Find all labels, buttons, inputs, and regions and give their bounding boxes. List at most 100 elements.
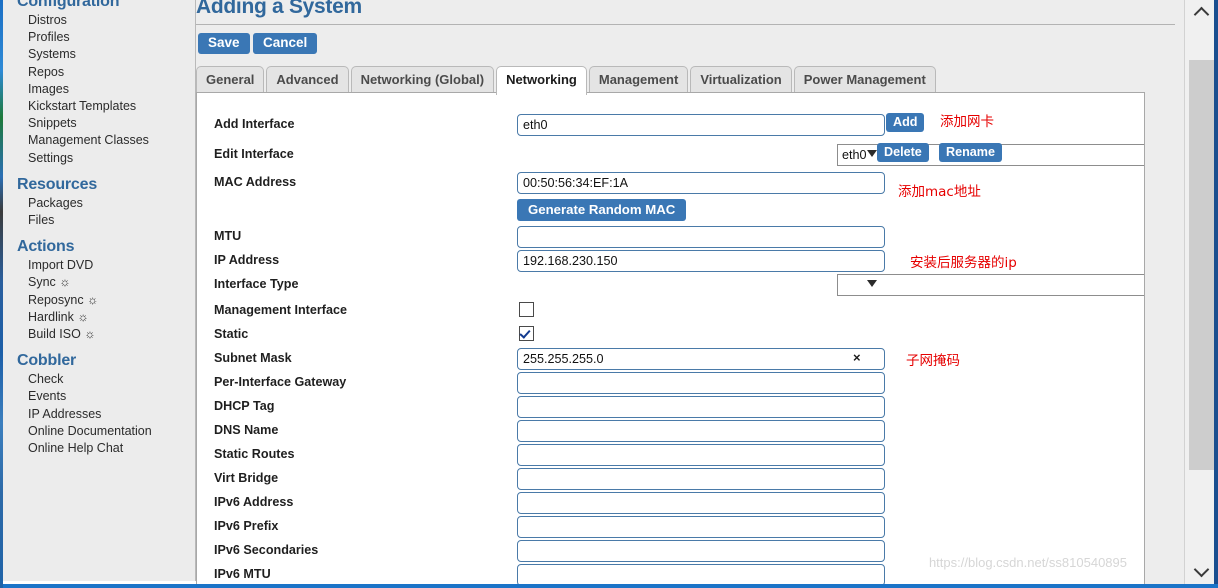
sidebar-item-kickstart-templates[interactable]: Kickstart Templates bbox=[3, 98, 195, 115]
sidebar-item-online-documentation[interactable]: Online Documentation bbox=[3, 423, 195, 440]
row-dhcp-tag: DHCP Tag bbox=[197, 396, 1144, 420]
interface-type-select-wrap bbox=[517, 274, 1144, 296]
label-ipv6-address: IPv6 Address bbox=[214, 495, 294, 509]
label-subnet-mask: Subnet Mask bbox=[214, 351, 292, 365]
watermark-text: https://blog.csdn.net/ss810540895 bbox=[928, 555, 1127, 570]
tab-networking[interactable]: Networking bbox=[496, 66, 587, 95]
ipv6-mtu-input[interactable] bbox=[517, 564, 885, 586]
row-generate-mac: Generate Random MAC bbox=[197, 199, 1144, 223]
tab-bar: General Advanced Networking (Global) Net… bbox=[196, 66, 1148, 95]
title-divider bbox=[196, 24, 1175, 25]
vertical-scrollbar[interactable] bbox=[1184, 0, 1218, 588]
clear-subnet-mask-icon[interactable]: × bbox=[853, 351, 861, 364]
row-subnet-mask: Subnet Mask × bbox=[197, 348, 1144, 372]
rename-interface-button[interactable]: Rename bbox=[939, 143, 1002, 162]
sidebar-heading-resources: Resources bbox=[17, 175, 98, 193]
sidebar-item-ip-addresses[interactable]: IP Addresses bbox=[3, 406, 195, 423]
label-mac-address: MAC Address bbox=[214, 175, 297, 189]
tab-management[interactable]: Management bbox=[588, 66, 689, 94]
label-add-interface: Add Interface bbox=[214, 117, 295, 131]
label-per-interface-gateway: Per-Interface Gateway bbox=[214, 375, 347, 389]
label-dhcp-tag: DHCP Tag bbox=[214, 399, 275, 413]
sidebar-item-sync[interactable]: Sync ☼ bbox=[3, 274, 195, 291]
sidebar-item-settings[interactable]: Settings bbox=[3, 150, 195, 167]
scroll-up-arrow-icon[interactable] bbox=[1189, 2, 1214, 24]
label-ip-address: IP Address bbox=[214, 253, 280, 267]
sidebar-item-packages[interactable]: Packages bbox=[3, 195, 195, 212]
delete-interface-button[interactable]: Delete bbox=[877, 143, 929, 162]
dhcp-tag-input[interactable] bbox=[517, 396, 885, 418]
annotation-subnet-mask: 子网掩码 bbox=[906, 353, 960, 369]
sidebar-item-check[interactable]: Check bbox=[3, 371, 195, 388]
networking-form-panel: Add Interface Add Edit Interface eth0 De… bbox=[196, 92, 1145, 588]
sidebar-item-images[interactable]: Images bbox=[3, 81, 195, 98]
save-button[interactable]: Save bbox=[198, 33, 250, 54]
interface-type-select[interactable] bbox=[837, 274, 1144, 296]
row-add-interface: Add Interface Add bbox=[197, 113, 1144, 138]
sidebar-heading-cobbler: Cobbler bbox=[17, 352, 77, 370]
annotation-server-ip: 安装后服务器的ip bbox=[910, 255, 1017, 271]
sidebar-heading-configuration: Configuration bbox=[17, 0, 120, 10]
main-content: Adding a System Save Cancel General Adva… bbox=[196, 0, 1185, 588]
static-routes-input[interactable] bbox=[517, 444, 885, 466]
label-static: Static bbox=[214, 327, 249, 341]
cancel-button[interactable]: Cancel bbox=[253, 33, 318, 54]
ip-address-input[interactable] bbox=[517, 250, 885, 272]
sidebar-item-profiles[interactable]: Profiles bbox=[3, 29, 195, 46]
label-static-routes: Static Routes bbox=[214, 447, 295, 461]
tab-general[interactable]: General bbox=[196, 66, 265, 94]
scroll-down-arrow-icon[interactable] bbox=[1189, 560, 1214, 582]
sidebar-item-snippets[interactable]: Snippets bbox=[3, 115, 195, 132]
ipv6-secondaries-input[interactable] bbox=[517, 540, 885, 562]
tab-networking-global[interactable]: Networking (Global) bbox=[350, 66, 495, 94]
add-interface-input[interactable] bbox=[517, 114, 885, 136]
sidebar-item-events[interactable]: Events bbox=[3, 388, 195, 405]
row-interface-type: Interface Type bbox=[197, 274, 1144, 298]
row-virt-bridge: Virt Bridge bbox=[197, 468, 1144, 492]
label-mtu: MTU bbox=[214, 229, 242, 243]
management-interface-checkbox[interactable] bbox=[519, 302, 534, 317]
label-dns-name: DNS Name bbox=[214, 423, 279, 437]
sidebar-item-reposync[interactable]: Reposync ☼ bbox=[3, 292, 195, 309]
edit-interface-select-wrap: eth0 bbox=[517, 144, 1144, 166]
window-right-border bbox=[1214, 0, 1218, 584]
subnet-mask-input[interactable] bbox=[517, 348, 885, 370]
row-ipv6-prefix: IPv6 Prefix bbox=[197, 516, 1144, 540]
row-static-routes: Static Routes bbox=[197, 444, 1144, 468]
desktop-edge-strip bbox=[0, 0, 3, 588]
sidebar-heading-actions: Actions bbox=[17, 238, 75, 256]
sidebar-item-systems[interactable]: Systems bbox=[3, 46, 195, 63]
ipv6-address-input[interactable] bbox=[517, 492, 885, 514]
page-title: Adding a System bbox=[196, 0, 362, 18]
label-interface-type: Interface Type bbox=[214, 277, 299, 291]
row-per-interface-gateway: Per-Interface Gateway bbox=[197, 372, 1144, 396]
add-interface-button[interactable]: Add bbox=[886, 113, 925, 132]
mac-address-input[interactable] bbox=[517, 172, 885, 194]
sidebar-item-import-dvd[interactable]: Import DVD bbox=[3, 257, 195, 274]
static-checkbox[interactable] bbox=[519, 326, 534, 341]
tab-power-management[interactable]: Power Management bbox=[793, 66, 936, 94]
dns-name-input[interactable] bbox=[517, 420, 885, 442]
label-ipv6-mtu: IPv6 MTU bbox=[214, 567, 271, 581]
virt-bridge-input[interactable] bbox=[517, 468, 885, 490]
ipv6-prefix-input[interactable] bbox=[517, 516, 885, 538]
sidebar-item-build-iso[interactable]: Build ISO ☼ bbox=[3, 326, 195, 343]
sidebar-item-management-classes[interactable]: Management Classes bbox=[3, 132, 195, 149]
per-interface-gateway-input[interactable] bbox=[517, 372, 885, 394]
sidebar-item-online-help-chat[interactable]: Online Help Chat bbox=[3, 440, 195, 457]
tab-advanced[interactable]: Advanced bbox=[266, 66, 349, 94]
label-virt-bridge: Virt Bridge bbox=[214, 471, 279, 485]
mtu-input[interactable] bbox=[517, 226, 885, 248]
sidebar-item-distros[interactable]: Distros bbox=[3, 12, 195, 29]
row-mtu: MTU bbox=[197, 226, 1144, 250]
tab-virtualization[interactable]: Virtualization bbox=[690, 66, 792, 94]
row-management-interface: Management Interface bbox=[197, 300, 1144, 324]
label-ipv6-prefix: IPv6 Prefix bbox=[214, 519, 279, 533]
annotation-add-nic: 添加网卡 bbox=[940, 114, 994, 130]
scrollbar-thumb[interactable] bbox=[1189, 60, 1214, 470]
row-ipv6-address: IPv6 Address bbox=[197, 492, 1144, 516]
generate-random-mac-button[interactable]: Generate Random MAC bbox=[517, 199, 687, 221]
sidebar-item-repos[interactable]: Repos bbox=[3, 64, 195, 81]
sidebar-item-hardlink[interactable]: Hardlink ☼ bbox=[3, 309, 195, 326]
sidebar-item-files[interactable]: Files bbox=[3, 212, 195, 229]
